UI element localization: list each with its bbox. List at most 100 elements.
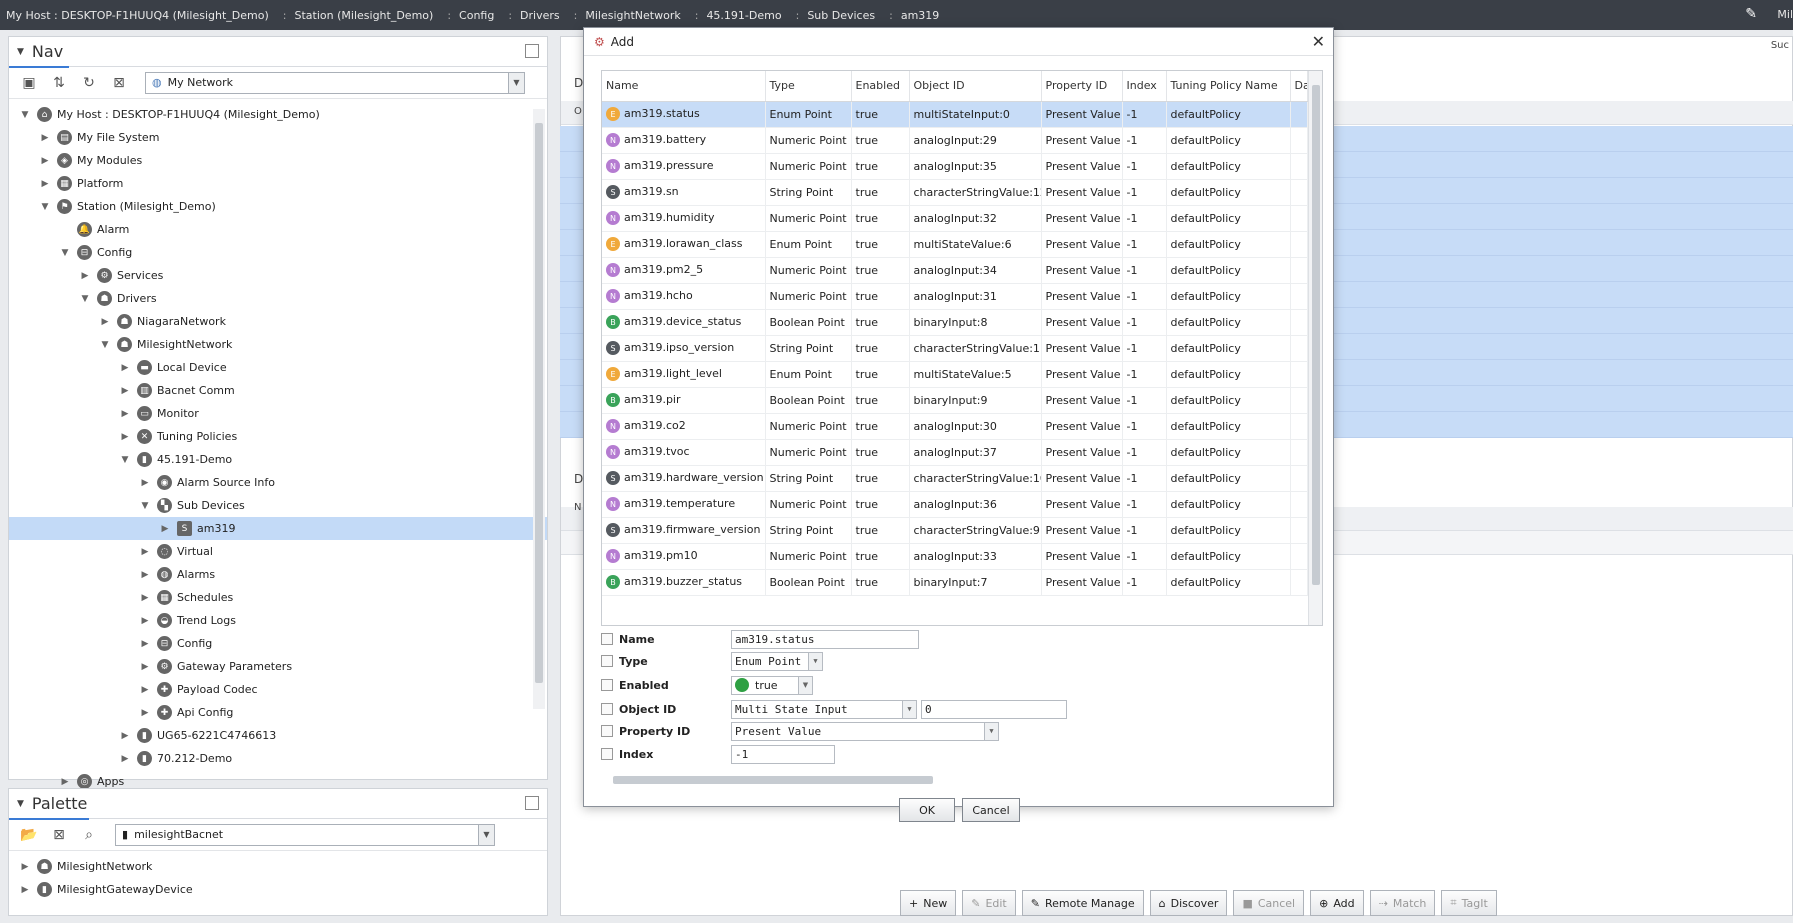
nav-tree-item[interactable]: ▶ ⚙ Gateway Parameters: [9, 655, 547, 678]
expanded-arrow-icon[interactable]: ▼: [19, 110, 31, 120]
breadcrumb-item[interactable]: My Host : DESKTOP-F1HUUQ4 (Milesight_Dem…: [0, 9, 281, 22]
new-button[interactable]: + New: [900, 890, 957, 916]
table-row[interactable]: Sam319.ipso_version String Point true chara…: [602, 335, 1308, 362]
collapsed-arrow-icon[interactable]: ▶: [119, 432, 131, 442]
discover-button[interactable]: ⌂ Discover: [1149, 890, 1228, 916]
collapsed-arrow-icon[interactable]: ▶: [119, 731, 131, 741]
nav-tree-item[interactable]: ▶ ✚ Api Config: [9, 701, 547, 724]
column-header[interactable]: Tuning Policy Name: [1166, 71, 1291, 102]
nav-tree-item[interactable]: ▶ ▥ Bacnet Comm: [9, 379, 547, 402]
nav-tree-item[interactable]: ▶ ⚙ Services: [9, 264, 547, 287]
breadcrumb-item[interactable]: Drivers: [514, 9, 572, 22]
chevron-down-icon[interactable]: ▼: [478, 824, 494, 845]
nav-tree-item[interactable]: ▶ ▮ 70.212-Demo: [9, 747, 547, 770]
property-id-checkbox[interactable]: [601, 725, 613, 737]
collapsed-arrow-icon[interactable]: ▶: [139, 547, 151, 557]
collapsed-arrow-icon[interactable]: ▶: [139, 616, 151, 626]
breadcrumb-item[interactable]: am319: [895, 9, 951, 22]
nav-tree-item[interactable]: ▶ ✚ Payload Codec: [9, 678, 547, 701]
type-checkbox[interactable]: [601, 655, 613, 667]
nav-tree-item[interactable]: ▶ ◉ Alarm Source Info: [9, 471, 547, 494]
chevron-down-icon[interactable]: ▼: [808, 652, 822, 670]
nav-tree-item[interactable]: ▼ ⊟ Config: [9, 241, 547, 264]
collapsed-arrow-icon[interactable]: ▶: [119, 754, 131, 764]
table-row[interactable]: Nam319.battery Numeric Point true analogInp…: [602, 127, 1308, 154]
cancel-button[interactable]: ■ Cancel: [1233, 890, 1305, 916]
table-row[interactable]: Nam319.pm2_5 Numeric Point true analogInput…: [602, 257, 1308, 284]
nav-tree-item[interactable]: ▶ ▭ Monitor: [9, 402, 547, 425]
column-header[interactable]: Object ID: [909, 71, 1042, 102]
table-row[interactable]: Bam319.device_status Boolean Point true bin…: [602, 309, 1308, 336]
collapsed-arrow-icon[interactable]: ▶: [139, 478, 151, 488]
expanded-arrow-icon[interactable]: ▼: [119, 455, 131, 465]
nav-tree-item[interactable]: ▼ ☗ Drivers: [9, 287, 547, 310]
enabled-checkbox[interactable]: [601, 679, 613, 691]
nav-tree-item[interactable]: ▼ ⚑ Station (Milesight_Demo): [9, 195, 547, 218]
collapsed-arrow-icon[interactable]: ▶: [119, 409, 131, 419]
maximize-icon[interactable]: [525, 44, 539, 58]
table-row[interactable]: Nam319.pressure Numeric Point true analogIn…: [602, 153, 1308, 180]
maximize-icon[interactable]: [525, 796, 539, 810]
column-header[interactable]: Enabled: [851, 71, 910, 102]
nav-tree-item[interactable]: ▶ ▤ My File System: [9, 126, 547, 149]
nav-tree-item[interactable]: ▼ ▮ 45.191-Demo: [9, 448, 547, 471]
edit-pencil-icon[interactable]: ✎: [1745, 6, 1757, 22]
table-row[interactable]: Sam319.sn String Point true characterString…: [602, 179, 1308, 206]
table-row[interactable]: Sam319.firmware_version String Point true c…: [602, 517, 1308, 544]
collapsed-arrow-icon[interactable]: ▶: [39, 133, 51, 143]
chevron-down-icon[interactable]: ▼: [984, 722, 998, 740]
expanded-arrow-icon[interactable]: ▼: [139, 501, 151, 511]
nav-tree-item[interactable]: ▶ Sam319: [9, 517, 547, 540]
table-row[interactable]: Eam319.status Enum Point true multiStateInp…: [602, 101, 1308, 128]
nav-tree-item[interactable]: ▶ ◈ My Modules: [9, 149, 547, 172]
name-checkbox[interactable]: [601, 633, 613, 645]
collapse-caret-icon[interactable]: ▼: [17, 799, 24, 809]
index-field[interactable]: -1: [731, 744, 835, 764]
breadcrumb-item[interactable]: Sub Devices: [801, 9, 887, 22]
collapsed-arrow-icon[interactable]: ▶: [119, 363, 131, 373]
expanded-arrow-icon[interactable]: ▼: [79, 294, 91, 304]
table-row[interactable]: Nam319.tvoc Numeric Point true analogInput:…: [602, 439, 1308, 466]
remote-manage-button[interactable]: ✎ Remote Manage: [1021, 890, 1144, 916]
find-icon[interactable]: ⌕: [79, 825, 99, 845]
table-row[interactable]: Nam319.pm10 Numeric Point true analogInput:…: [602, 543, 1308, 570]
chevron-down-icon[interactable]: ▼: [902, 700, 916, 718]
collapsed-arrow-icon[interactable]: ▶: [19, 862, 31, 872]
nav-tree-item[interactable]: ▶ ▦ Platform: [9, 172, 547, 195]
collapsed-arrow-icon[interactable]: ▶: [39, 179, 51, 189]
nav-tree-item[interactable]: 🔔 Alarm: [9, 218, 547, 241]
nav-tree-item[interactable]: ▶ ⊟ Config: [9, 632, 547, 655]
table-scrollbar[interactable]: [1308, 71, 1322, 625]
nav-tree-item[interactable]: ▶ ▦ Schedules: [9, 586, 547, 609]
collapsed-arrow-icon[interactable]: ▶: [59, 777, 71, 787]
nav-scrollbar[interactable]: [533, 109, 545, 709]
nav-tree-item[interactable]: ▼ ▚ Sub Devices: [9, 494, 547, 517]
collapsed-arrow-icon[interactable]: ▶: [39, 156, 51, 166]
collapse-caret-icon[interactable]: ▼: [17, 47, 24, 57]
nav-tree-item[interactable]: ▶ ◍ Alarms: [9, 563, 547, 586]
palette-item[interactable]: ▶ ☗ MilesightNetwork: [9, 855, 547, 878]
enabled-select[interactable]: true ▼: [731, 675, 813, 695]
chevron-down-icon[interactable]: ▼: [508, 72, 524, 93]
collapsed-arrow-icon[interactable]: ▶: [139, 639, 151, 649]
index-checkbox[interactable]: [601, 748, 613, 760]
table-row[interactable]: Nam319.hcho Numeric Point true analogInput:…: [602, 283, 1308, 310]
name-field[interactable]: am319.status: [731, 629, 919, 649]
collapsed-arrow-icon[interactable]: ▶: [139, 570, 151, 580]
nav-tree-item[interactable]: ▶ ◌ Virtual: [9, 540, 547, 563]
refresh-icon[interactable]: ↻: [79, 73, 99, 93]
network-select[interactable]: ◍ My Network ▼: [145, 71, 525, 94]
table-row[interactable]: Bam319.buzzer_status Boolean Point true bin…: [602, 569, 1308, 596]
nav-tree-item[interactable]: ▶ ✕ Tuning Policies: [9, 425, 547, 448]
nav-tree-item[interactable]: ▶ ◒ Trend Logs: [9, 609, 547, 632]
palette-item[interactable]: ▶ ▮ MilesightGatewayDevice: [9, 878, 547, 901]
expanded-arrow-icon[interactable]: ▼: [39, 202, 51, 212]
object-id-checkbox[interactable]: [601, 703, 613, 715]
breadcrumb-item[interactable]: Station (Milesight_Demo): [289, 9, 446, 22]
table-row[interactable]: Nam319.temperature Numeric Point true analo…: [602, 491, 1308, 518]
table-row[interactable]: Nam319.humidity Numeric Point true analogIn…: [602, 205, 1308, 232]
object-type-select[interactable]: Multi State Input ▼: [731, 699, 917, 719]
collapsed-arrow-icon[interactable]: ▶: [19, 885, 31, 895]
match-button[interactable]: ⇢ Match: [1369, 890, 1436, 916]
nav-tree-item[interactable]: ▶ ☗ NiagaraNetwork: [9, 310, 547, 333]
